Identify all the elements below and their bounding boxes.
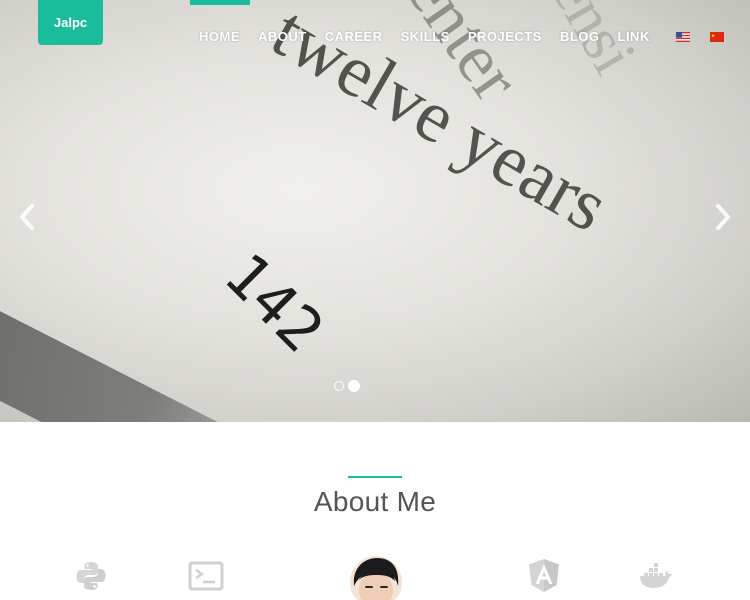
- nav-item-link[interactable]: LINK: [618, 29, 650, 44]
- nav-active-indicator: [190, 0, 250, 5]
- nav-item-skills[interactable]: SKILLS: [401, 29, 450, 44]
- angular-icon: [529, 559, 559, 592]
- carousel-indicator-2[interactable]: [348, 380, 360, 392]
- docker-icon: [640, 563, 673, 588]
- chevron-right-icon: [716, 204, 730, 230]
- chevron-left-icon: [20, 204, 34, 230]
- en-us-flag-icon[interactable]: [675, 31, 690, 42]
- zh-cn-flag-icon[interactable]: [709, 31, 724, 42]
- nav-item-about[interactable]: ABOUT: [258, 29, 307, 44]
- hero-image-detail: enter: [391, 0, 535, 115]
- brand-logo[interactable]: Jalpc: [38, 0, 103, 45]
- carousel-prev-button[interactable]: [12, 200, 42, 234]
- hero-image-detail: 142: [210, 240, 337, 367]
- about-title: About Me: [313, 486, 437, 517]
- section-divider: [348, 476, 402, 478]
- carousel-indicator-1[interactable]: [334, 381, 344, 391]
- hero-image-shadow: [0, 250, 344, 422]
- hero-carousel: twelve years enter ensi 142: [0, 0, 750, 422]
- avatar-image: [350, 556, 402, 600]
- nav-item-projects[interactable]: PROJECTS: [468, 29, 542, 44]
- brand-label: Jalpc: [53, 15, 88, 30]
- terminal-icon: [188, 561, 224, 591]
- python-icon: [76, 562, 106, 590]
- nav-item-home[interactable]: HOME: [199, 29, 240, 44]
- carousel-next-button[interactable]: [708, 200, 738, 234]
- main-nav: HOME ABOUT CAREER SKILLS PROJECTS BLOG L…: [199, 29, 724, 44]
- avatar: [350, 556, 402, 600]
- nav-item-career[interactable]: CAREER: [325, 29, 383, 44]
- carousel-indicators: [334, 380, 360, 392]
- nav-item-blog[interactable]: BLOG: [560, 29, 600, 44]
